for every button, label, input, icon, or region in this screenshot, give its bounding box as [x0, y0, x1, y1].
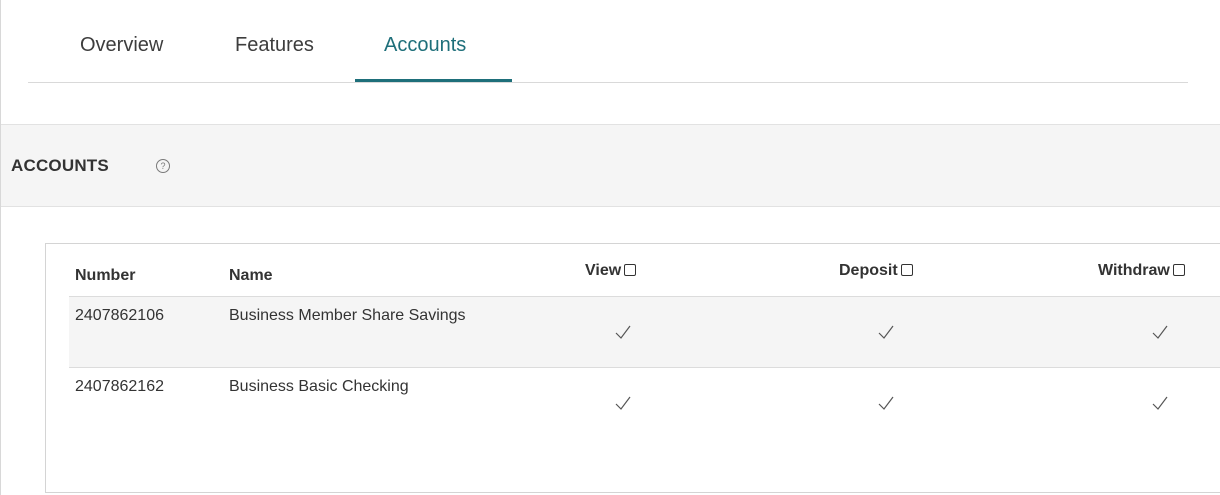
- table-row: 2407862162 Business Basic Checking: [69, 368, 1220, 439]
- tab-overview[interactable]: Overview: [80, 34, 163, 57]
- column-header-name: Name: [229, 267, 273, 284]
- table-row: 2407862106 Business Member Share Savings: [69, 297, 1220, 368]
- tab-features[interactable]: Features: [235, 34, 314, 57]
- question-circle-icon[interactable]: ?: [156, 159, 170, 173]
- deposit-check-icon[interactable]: [877, 323, 895, 341]
- column-header-withdraw-label: Withdraw: [1098, 262, 1170, 279]
- view-check-icon[interactable]: [614, 394, 632, 412]
- accounts-table: Number Name View Deposit Withdraw 240786…: [45, 243, 1220, 493]
- section-header: ACCOUNTS ?: [1, 124, 1220, 207]
- active-tab-indicator: [355, 79, 512, 82]
- column-header-view: View: [585, 262, 637, 280]
- deposit-all-checkbox[interactable]: [900, 264, 913, 276]
- page: Overview Features Accounts ACCOUNTS ? Nu…: [0, 0, 1220, 495]
- column-header-view-label: View: [585, 262, 622, 279]
- tab-bar: Overview Features Accounts: [28, 0, 1188, 83]
- tab-accounts[interactable]: Accounts: [384, 34, 466, 57]
- section-title: ACCOUNTS: [11, 156, 109, 175]
- account-number: 2407862106: [75, 307, 164, 324]
- withdraw-check-icon[interactable]: [1151, 323, 1169, 341]
- withdraw-check-icon[interactable]: [1151, 394, 1169, 412]
- column-header-deposit-label: Deposit: [839, 262, 898, 279]
- withdraw-all-checkbox[interactable]: [1172, 264, 1185, 276]
- account-name: Business Member Share Savings: [229, 307, 466, 324]
- view-check-icon[interactable]: [614, 323, 632, 341]
- column-header-withdraw: Withdraw: [1098, 262, 1185, 280]
- column-header-deposit: Deposit: [839, 262, 913, 280]
- column-header-number: Number: [75, 267, 136, 284]
- account-number: 2407862162: [75, 378, 164, 395]
- deposit-check-icon[interactable]: [877, 394, 895, 412]
- view-all-checkbox[interactable]: [624, 264, 637, 276]
- account-name: Business Basic Checking: [229, 378, 409, 395]
